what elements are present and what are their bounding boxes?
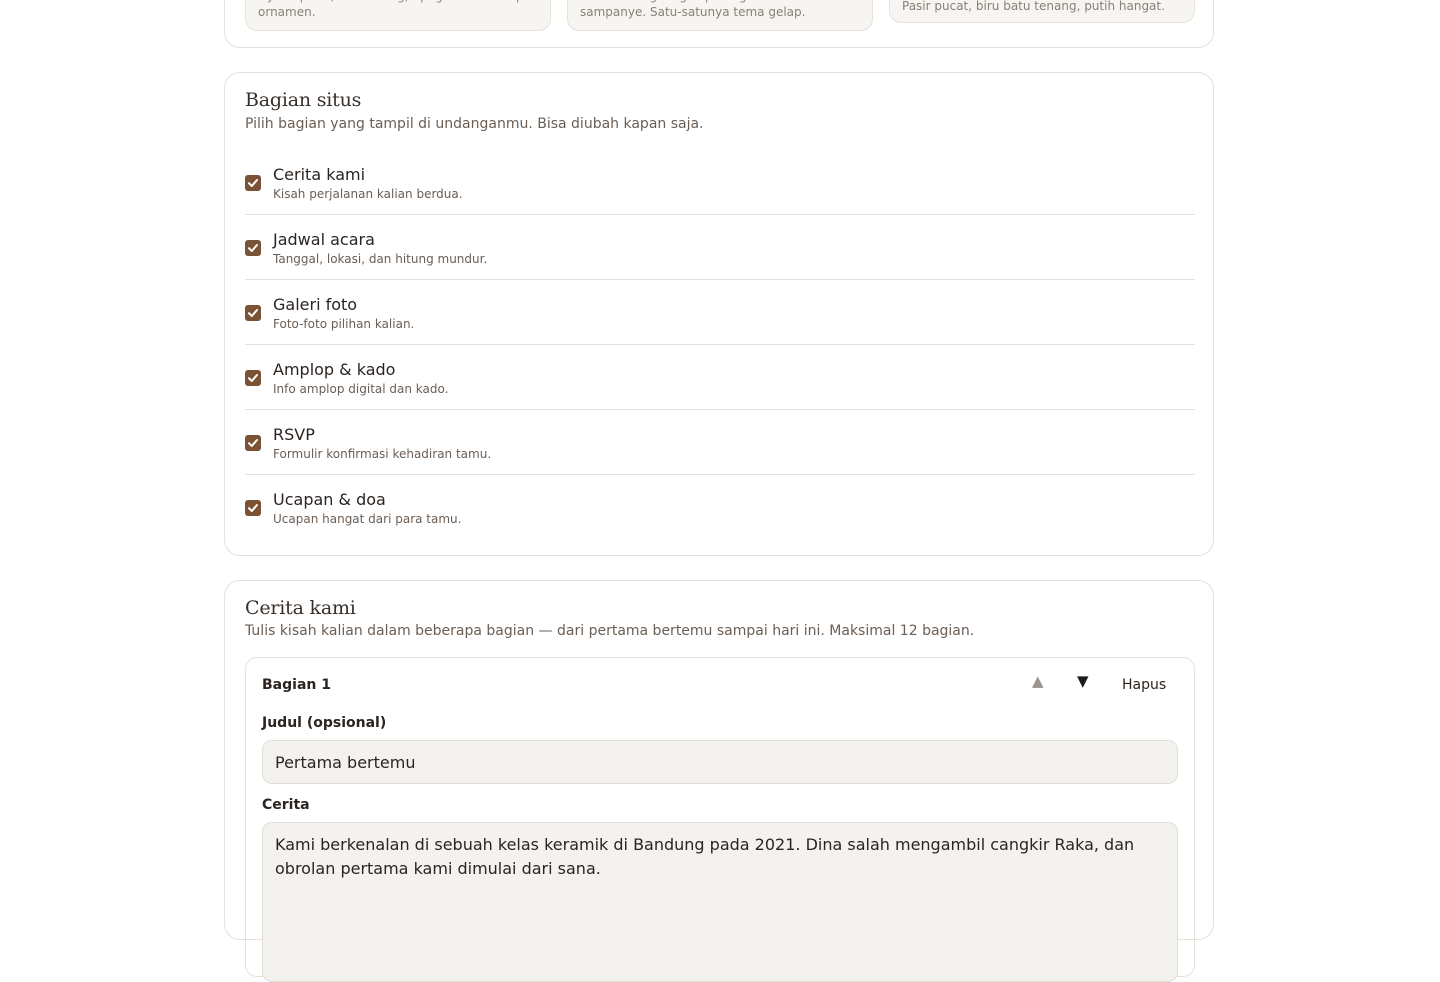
checkbox-checked-icon[interactable] xyxy=(245,500,261,516)
theme-desc: Pasir pucat, biru batu tenang, putih han… xyxy=(902,0,1165,13)
theme-option-3[interactable]: Pasir pucat, biru batu tenang, putih han… xyxy=(889,0,1195,23)
row-desc: Foto-foto pilihan kalian. xyxy=(273,317,415,331)
story-textarea[interactable]: Kami berkenalan di sebuah kelas keramik … xyxy=(262,822,1178,982)
section-row-rsvp[interactable]: RSVP Formulir konfirmasi kehadiran tamu. xyxy=(245,410,1195,475)
site-sections-card: Bagian situs Pilih bagian yang tampil di… xyxy=(224,72,1214,556)
story-subtitle: Tulis kisah kalian dalam beberapa bagian… xyxy=(245,623,975,639)
part-label: Bagian 1 xyxy=(262,677,331,693)
theme-card: Nyaris putih, tinta arang, tipografi sat… xyxy=(224,0,1214,48)
row-desc: Formulir konfirmasi kehadiran tamu. xyxy=(273,447,492,461)
theme-option-2[interactable]: Latar aubergine gelap dengan aksen sampa… xyxy=(567,0,873,31)
checkbox-checked-icon[interactable] xyxy=(245,370,261,386)
section-row-ucapan[interactable]: Ucapan & doa Ucapan hangat dari para tam… xyxy=(245,475,1195,540)
row-desc: Tanggal, lokasi, dan hitung mundur. xyxy=(273,252,488,266)
checkbox-checked-icon[interactable] xyxy=(245,305,261,321)
row-label: RSVP xyxy=(273,425,315,444)
row-desc: Kisah perjalanan kalian berdua. xyxy=(273,187,463,201)
checkbox-checked-icon[interactable] xyxy=(245,435,261,451)
title-field-label: Judul (opsional) xyxy=(262,715,387,731)
checkbox-checked-icon[interactable] xyxy=(245,175,261,191)
row-label: Amplop & kado xyxy=(273,360,396,379)
row-label: Jadwal acara xyxy=(273,230,375,249)
checkbox-checked-icon[interactable] xyxy=(245,240,261,256)
section-row-cerita[interactable]: Cerita kami Kisah perjalanan kalian berd… xyxy=(245,150,1195,215)
story-field-label: Cerita xyxy=(262,797,310,813)
section-row-amplop[interactable]: Amplop & kado Info amplop digital dan ka… xyxy=(245,345,1195,410)
move-up-icon[interactable]: ▲ xyxy=(1032,672,1044,690)
delete-button[interactable]: Hapus xyxy=(1122,677,1166,693)
story-heading: Cerita kami xyxy=(245,597,356,619)
section-row-jadwal[interactable]: Jadwal acara Tanggal, lokasi, dan hitung… xyxy=(245,215,1195,280)
row-label: Cerita kami xyxy=(273,165,366,184)
theme-desc: Nyaris putih, tinta arang, tipografi sat… xyxy=(258,0,531,19)
section-heading: Bagian situs xyxy=(245,89,362,111)
theme-option-1[interactable]: Nyaris putih, tinta arang, tipografi sat… xyxy=(245,0,551,31)
section-subtitle: Pilih bagian yang tampil di undanganmu. … xyxy=(245,116,704,132)
row-label: Ucapan & doa xyxy=(273,490,386,509)
row-desc: Info amplop digital dan kado. xyxy=(273,382,449,396)
story-part: Bagian 1 ▲ ▼ Hapus Judul (opsional) Ceri… xyxy=(245,657,1195,982)
row-label: Galeri foto xyxy=(273,295,358,314)
move-down-icon[interactable]: ▼ xyxy=(1077,672,1089,690)
title-input[interactable] xyxy=(262,740,1178,784)
theme-desc: Latar aubergine gelap dengan aksen sampa… xyxy=(580,0,806,19)
section-row-galeri[interactable]: Galeri foto Foto-foto pilihan kalian. xyxy=(245,280,1195,345)
story-card: Cerita kami Tulis kisah kalian dalam beb… xyxy=(224,580,1214,982)
row-desc: Ucapan hangat dari para tamu. xyxy=(273,512,462,526)
